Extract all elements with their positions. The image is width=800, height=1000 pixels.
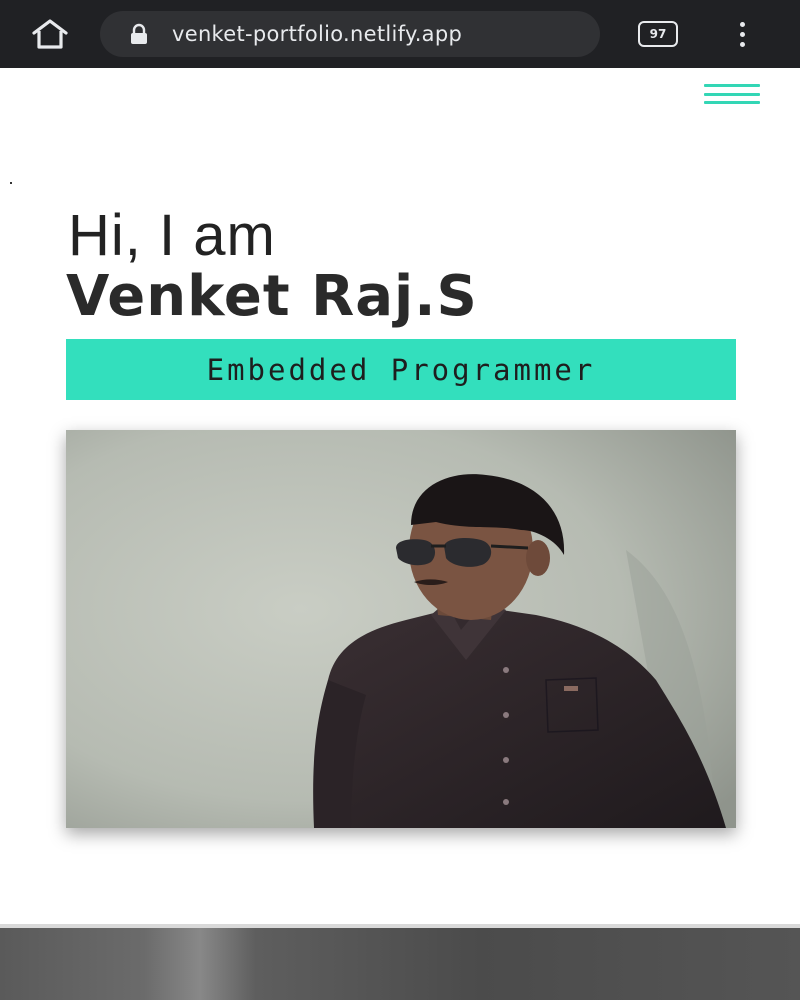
next-section-preview	[0, 928, 800, 1000]
hamburger-line	[704, 101, 760, 104]
decorative-dot	[10, 182, 12, 184]
profile-photo	[66, 430, 736, 828]
hamburger-line	[704, 84, 760, 87]
hamburger-line	[704, 92, 760, 96]
address-bar[interactable]: venket-portfolio.netlify.app	[100, 11, 600, 57]
url-text: venket-portfolio.netlify.app	[172, 22, 463, 46]
menu-dot	[739, 21, 745, 27]
tab-count: 97	[649, 27, 667, 41]
tab-switcher-button[interactable]: 97	[638, 21, 678, 47]
role-text: Embedded Programmer	[206, 352, 596, 387]
more-vertical-icon[interactable]	[728, 18, 756, 50]
hero-name: Venket Raj.S	[66, 264, 478, 329]
menu-dot	[739, 31, 745, 37]
lock-icon	[128, 23, 150, 45]
menu-dot	[739, 41, 745, 47]
browser-toolbar: venket-portfolio.netlify.app 97	[0, 0, 800, 68]
role-banner: Embedded Programmer	[66, 339, 736, 400]
home-icon	[32, 19, 68, 49]
home-button[interactable]	[28, 16, 72, 52]
hamburger-menu-icon[interactable]	[704, 82, 762, 106]
